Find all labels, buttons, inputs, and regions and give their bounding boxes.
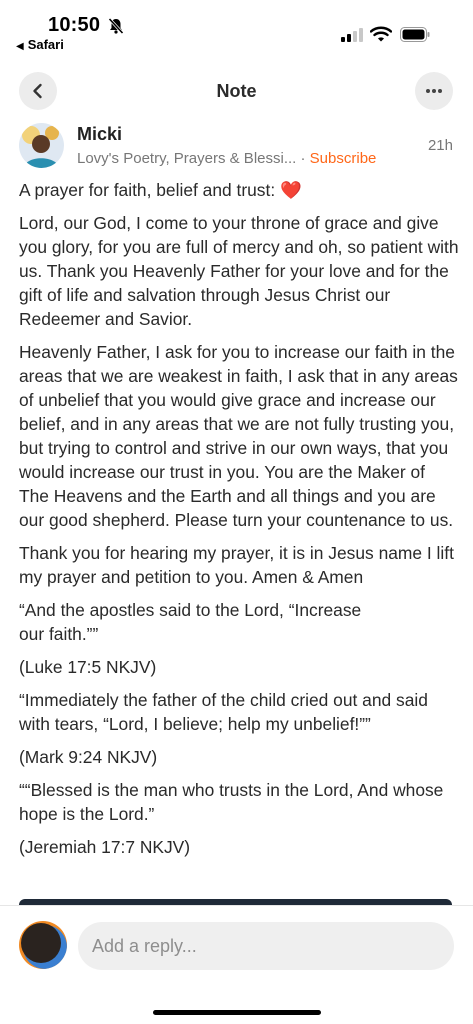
separator-dot: · [300, 150, 306, 167]
publication-name[interactable]: Lovy's Poetry, Prayers & Blessi... [77, 150, 296, 167]
publication-line: Lovy's Poetry, Prayers & Blessi... · Sub… [77, 150, 376, 167]
note-paragraph: “Immediately the father of the child cri… [19, 690, 428, 734]
back-to-safari-link[interactable]: ◀ Safari [16, 37, 64, 52]
status-bar: 10:50 ◀ Safari [0, 0, 473, 60]
post-timestamp: 21h [427, 137, 453, 154]
ellipsis-icon [426, 89, 442, 93]
author-avatar-image [19, 123, 64, 168]
note-paragraph: ““Blessed is the man who trusts in the L… [19, 780, 444, 824]
note-paragraph: (Mark 9:24 NKJV) [19, 747, 158, 767]
note-paragraph: (Luke 17:5 NKJV) [19, 657, 157, 677]
reply-input[interactable] [78, 922, 454, 970]
note-paragraph: A prayer for faith, belief and trust: ❤️ [19, 180, 302, 200]
back-app-label: Safari [27, 37, 64, 52]
page-title: Note [216, 81, 257, 101]
note-body: A prayer for faith, belief and trust: ❤️… [19, 178, 459, 868]
note-paragraph: Lord, our God, I come to your throne of … [19, 213, 459, 329]
home-indicator [153, 1010, 321, 1015]
status-time: 10:50 [48, 14, 101, 36]
more-options-button[interactable] [415, 72, 453, 110]
user-avatar [19, 921, 67, 969]
signal-icon [341, 28, 363, 42]
battery-icon [400, 27, 430, 42]
author-avatar[interactable] [19, 123, 64, 168]
author-row: Micki Lovy's Poetry, Prayers & Blessi...… [0, 122, 473, 172]
author-name[interactable]: Micki [77, 124, 122, 145]
wifi-icon [370, 26, 392, 42]
bell-slash-icon [108, 17, 124, 35]
user-avatar-image [19, 921, 67, 969]
note-paragraph: “And the apostles said to the Lord, “Inc… [19, 600, 362, 644]
note-paragraph: (Jeremiah 17:7 NKJV) [19, 837, 191, 857]
note-paragraph: Heavenly Father, I ask for you to increa… [19, 342, 458, 530]
back-triangle-icon: ◀ [16, 41, 24, 52]
note-paragraph: Thank you for hearing my prayer, it is i… [19, 543, 454, 587]
subscribe-button[interactable]: Subscribe [310, 150, 377, 167]
reply-bar [0, 905, 473, 1024]
nav-header: Note [0, 70, 473, 114]
